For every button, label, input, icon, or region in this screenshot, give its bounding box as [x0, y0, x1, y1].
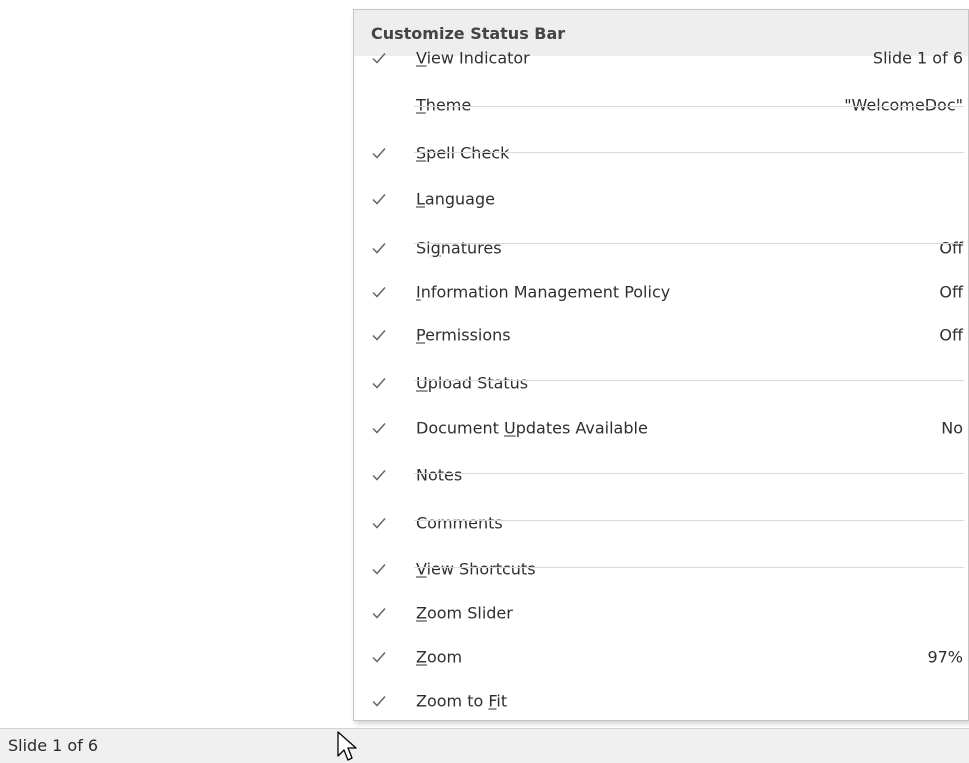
checkmark-icon: [372, 518, 386, 529]
menu-item-label: Language: [416, 189, 495, 209]
menu-item-comments[interactable]: Comments: [354, 503, 969, 543]
checkmark-icon: [372, 652, 386, 663]
status-bar[interactable]: Slide 1 of 6: [0, 728, 969, 763]
menu-item-zoom-to-fit[interactable]: Zoom to Fit: [354, 681, 969, 721]
menu-item-spell-check[interactable]: Spell Check: [354, 133, 969, 173]
mouse-cursor-icon: [337, 731, 357, 761]
menu-item-information-management-policy[interactable]: Information Management Policy Off: [354, 272, 969, 312]
checkmark-icon: [372, 696, 386, 707]
menu-item-view-shortcuts[interactable]: View Shortcuts: [354, 549, 969, 589]
menu-item-value: No: [941, 418, 963, 438]
menu-item-zoom-slider[interactable]: Zoom Slider: [354, 593, 969, 633]
checkmark-icon: [372, 194, 386, 205]
menu-item-label: Zoom Slider: [416, 603, 513, 623]
checkmark-icon: [372, 608, 386, 619]
menu-item-label: View Shortcuts: [416, 559, 536, 579]
menu-item-document-updates-available[interactable]: Document Updates Available No: [354, 408, 969, 448]
menu-item-label: Zoom to Fit: [416, 691, 508, 711]
menu-item-value: "WelcomeDoc": [844, 95, 963, 115]
menu-item-label: Information Management Policy: [416, 282, 671, 302]
menu-item-value: Slide 1 of 6: [872, 48, 963, 68]
menu-item-value: Off: [939, 325, 963, 345]
menu-item-value: Off: [939, 238, 963, 258]
menu-separator: [414, 380, 964, 381]
menu-item-theme[interactable]: Theme "WelcomeDoc": [354, 85, 969, 125]
checkmark-icon: [372, 470, 386, 481]
menu-item-label: Permissions: [416, 325, 511, 345]
menu-item-label: Document Updates Available: [416, 418, 648, 438]
checkmark-icon: [372, 330, 386, 341]
checkmark-icon: [372, 287, 386, 298]
menu-item-label: Upload Status: [416, 373, 529, 393]
menu-item-label: Theme: [416, 95, 472, 115]
menu-separator: [414, 473, 964, 474]
menu-item-value: Off: [939, 282, 963, 302]
menu-separator: [414, 567, 964, 568]
menu-item-label: Comments: [416, 513, 503, 533]
menu-separator: [414, 106, 964, 107]
menu-separator: [414, 152, 964, 153]
menu-item-view-indicator[interactable]: View Indicator Slide 1 of 6: [354, 38, 969, 78]
checkmark-icon: [372, 423, 386, 434]
menu-item-permissions[interactable]: Permissions Off: [354, 315, 969, 355]
status-view-indicator[interactable]: Slide 1 of 6: [8, 736, 98, 755]
menu-item-zoom[interactable]: Zoom 97%: [354, 637, 969, 677]
checkmark-icon: [372, 53, 386, 64]
menu-separator: [414, 520, 964, 521]
menu-item-notes[interactable]: Notes: [354, 455, 969, 495]
menu-item-label: Zoom: [416, 647, 463, 667]
menu-item-value: 97%: [927, 647, 963, 667]
menu-item-signatures[interactable]: Signatures Off: [354, 228, 969, 268]
menu-item-language[interactable]: Language: [354, 179, 969, 219]
customize-status-bar-menu: Customize Status Bar View Indicator Slide…: [353, 9, 969, 721]
menu-separator: [414, 243, 964, 244]
checkmark-icon: [372, 148, 386, 159]
menu-item-label: View Indicator: [416, 48, 530, 68]
menu-item-label: Spell Check: [416, 143, 510, 163]
checkmark-icon: [372, 378, 386, 389]
menu-item-upload-status[interactable]: Upload Status: [354, 363, 969, 403]
checkmark-icon: [372, 243, 386, 254]
checkmark-icon: [372, 564, 386, 575]
powerpoint-window: Slide 1 of 6 Customize Status Bar View I…: [0, 0, 969, 763]
menu-item-label: Notes: [416, 465, 463, 485]
menu-item-label: Signatures: [416, 238, 502, 258]
